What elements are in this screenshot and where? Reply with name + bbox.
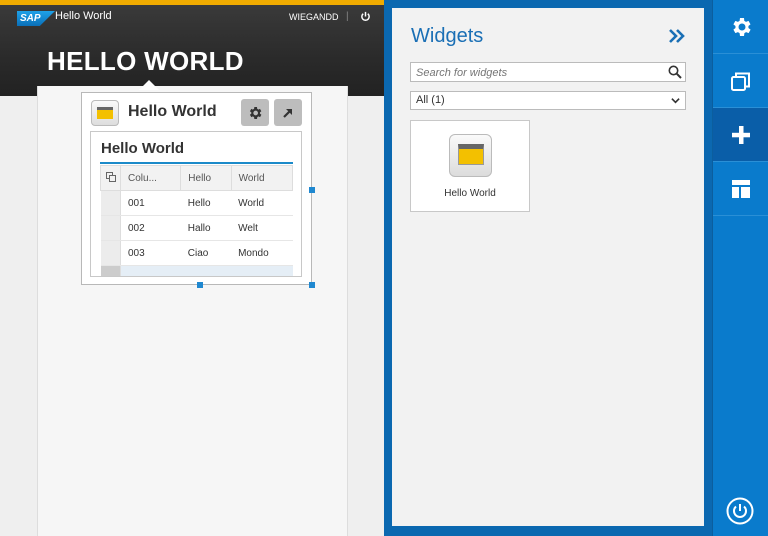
table-cell: Welt [231, 215, 293, 241]
layout-icon [732, 180, 750, 198]
power-icon[interactable] [726, 497, 754, 525]
table-row[interactable]: 003 Ciao Mondo [100, 240, 293, 266]
widget-window-icon [449, 134, 492, 177]
chevron-down-icon [671, 98, 680, 104]
select-all-icon [105, 171, 116, 182]
table-row-empty [100, 265, 293, 276]
header-notch [139, 80, 159, 90]
sidebar-add-widget-button[interactable] [713, 108, 768, 162]
widget-title: Hello World [128, 103, 217, 120]
resize-handle-corner[interactable] [309, 282, 315, 288]
table-title-underline [100, 162, 293, 164]
category-select-value: All (1) [416, 94, 445, 106]
pane-title: Widgets [411, 25, 484, 47]
logoff-icon[interactable] [360, 11, 371, 22]
table-row[interactable]: 002 Hallo Welt [100, 215, 293, 241]
data-table: Colu... Hello World 001 Hello World 002 … [100, 165, 294, 276]
table-cell: Hello [180, 190, 232, 216]
table-cell: Ciao [180, 240, 232, 266]
table-cell [180, 265, 232, 276]
arrow-up-right-icon [283, 109, 292, 118]
copy-icon [731, 72, 750, 91]
row-selector[interactable] [100, 240, 121, 266]
table-cell: 003 [120, 240, 181, 266]
right-sidebar [712, 0, 768, 536]
row-selector[interactable] [100, 215, 121, 241]
app-area: SAP Hello World WIEGANDD | HELLO WORLD H… [0, 0, 384, 536]
table-cell: 002 [120, 215, 181, 241]
plus-icon [732, 126, 750, 144]
table-cell: World [231, 190, 293, 216]
sidebar-layout-button[interactable] [713, 162, 768, 216]
table-cell: Hallo [180, 215, 232, 241]
table-header-row: Colu... Hello World [100, 165, 294, 191]
table-panel: Hello World Colu... Hello World 001 Hell… [90, 131, 302, 277]
double-chevron-right-icon[interactable] [668, 28, 686, 44]
column-header[interactable]: Colu... [119, 165, 182, 191]
user-separator: | [346, 11, 349, 22]
hello-world-widget[interactable]: Hello World Hello World Colu... Hello Wo… [81, 92, 312, 285]
column-header[interactable]: World [230, 165, 294, 191]
row-selector[interactable] [100, 190, 121, 216]
gear-icon [733, 18, 751, 36]
gear-icon [249, 107, 262, 119]
page-title: HELLO WORLD [47, 46, 244, 76]
search-input[interactable] [411, 64, 661, 82]
app-title: Hello World [55, 10, 112, 22]
search-icon[interactable] [668, 65, 682, 79]
widget-tile-label: Hello World [444, 188, 496, 199]
widget-settings-button[interactable] [241, 99, 269, 126]
widgets-pane: Widgets All (1) Hello World [384, 0, 712, 536]
table-cell: Mondo [231, 240, 293, 266]
select-all-cell[interactable] [100, 165, 121, 191]
table-cell [120, 265, 181, 276]
category-select[interactable]: All (1) [410, 91, 686, 110]
table-cell [231, 265, 293, 276]
widget-window-icon [91, 100, 119, 126]
shell-bar: SAP Hello World WIEGANDD | HELLO WORLD [0, 5, 384, 96]
sidebar-settings-button[interactable] [713, 0, 768, 54]
widget-open-button[interactable] [274, 99, 302, 126]
column-header[interactable]: Hello [180, 165, 232, 191]
table-cell: 001 [120, 190, 181, 216]
sap-logo: SAP [17, 11, 55, 26]
sidebar-pages-button[interactable] [713, 54, 768, 108]
table-row[interactable]: 001 Hello World [100, 190, 293, 216]
widget-tile[interactable]: Hello World [410, 120, 530, 212]
user-name[interactable]: WIEGANDD [289, 12, 339, 22]
widget-search-field[interactable] [410, 62, 686, 82]
resize-handle-right[interactable] [309, 187, 315, 193]
table-title: Hello World [101, 140, 185, 157]
resize-handle-bottom[interactable] [197, 282, 203, 288]
widgets-pane-body: Widgets All (1) Hello World [392, 8, 704, 526]
row-selector [100, 265, 121, 276]
